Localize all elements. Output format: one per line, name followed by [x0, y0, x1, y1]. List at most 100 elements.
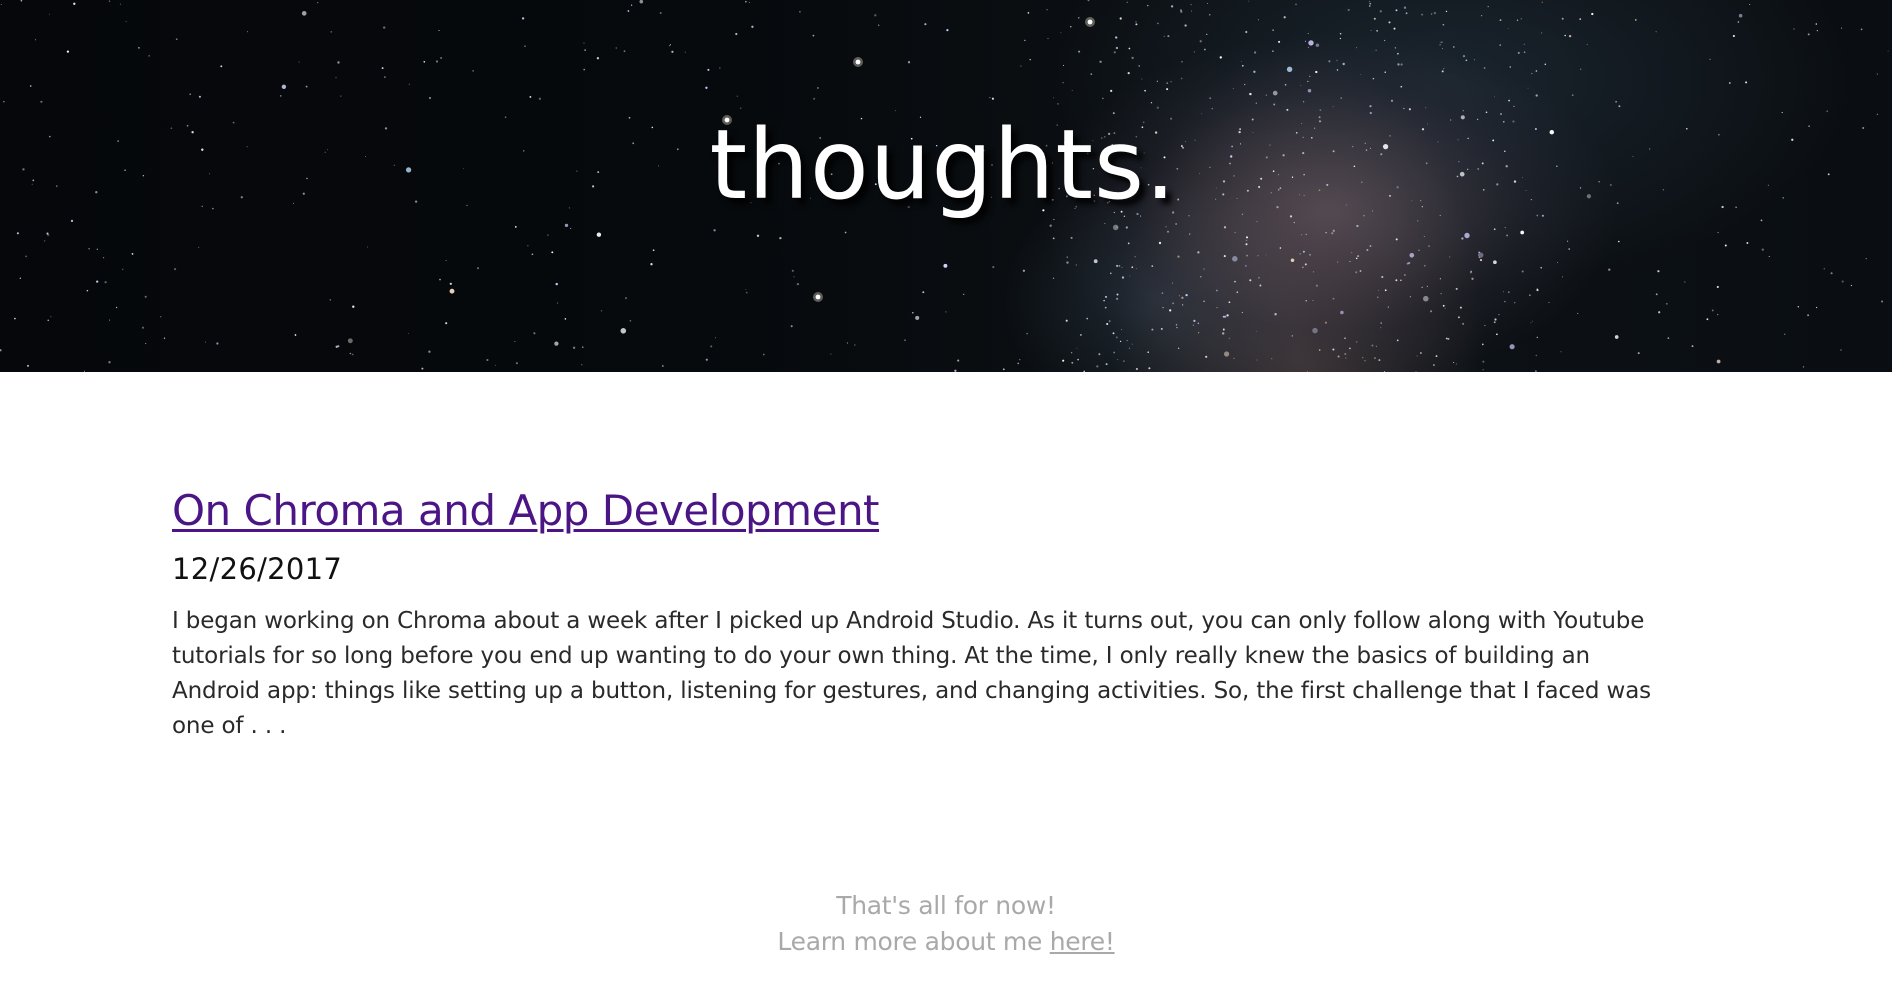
star [1127, 242, 1130, 245]
star [1403, 6, 1407, 9]
star [1400, 85, 1403, 88]
star [1535, 94, 1538, 97]
star [1062, 82, 1064, 84]
star [1219, 56, 1222, 59]
star [1047, 37, 1049, 40]
star [220, 65, 223, 68]
star [1244, 264, 1247, 267]
star [1131, 56, 1134, 60]
star [1388, 21, 1391, 24]
star [1199, 40, 1202, 43]
star [1197, 322, 1199, 324]
star [1360, 73, 1362, 75]
star [1307, 80, 1309, 82]
star [1308, 40, 1314, 46]
star [1083, 370, 1085, 372]
star [1464, 232, 1470, 239]
star [1223, 255, 1226, 258]
star [1177, 255, 1180, 258]
star [756, 234, 760, 237]
star [582, 346, 584, 348]
star [1749, 4, 1751, 5]
star [1457, 316, 1460, 319]
star [1462, 323, 1464, 325]
footer-about-text: Learn more about me [777, 927, 1050, 956]
star [1506, 234, 1509, 237]
star [1418, 249, 1420, 252]
star [992, 266, 995, 269]
star [1019, 358, 1021, 361]
star [145, 343, 147, 345]
star [531, 253, 534, 256]
star [1181, 60, 1183, 63]
star [1312, 271, 1315, 273]
star [1340, 97, 1342, 99]
star [1738, 13, 1743, 18]
star [514, 341, 516, 342]
star [1256, 359, 1258, 361]
star [1397, 63, 1400, 66]
post-title-link[interactable]: On Chroma and App Development [172, 480, 880, 542]
star [1369, 5, 1371, 7]
star [1387, 306, 1389, 308]
star [915, 315, 920, 320]
star [1175, 323, 1178, 326]
star [1222, 328, 1225, 331]
star [1096, 365, 1099, 368]
star [119, 3, 121, 5]
star [1435, 355, 1438, 358]
star [1716, 359, 1721, 364]
star [1200, 276, 1202, 278]
star [1340, 310, 1344, 315]
star [1318, 349, 1321, 351]
star [1002, 368, 1005, 371]
star [1193, 51, 1195, 53]
star [1507, 291, 1510, 294]
star [583, 68, 586, 71]
star [108, 0, 111, 2]
star [1093, 259, 1098, 264]
star [1112, 332, 1115, 335]
star [1370, 29, 1372, 31]
star [160, 316, 162, 318]
star [1532, 320, 1534, 322]
star [1655, 293, 1658, 296]
star [1119, 17, 1122, 20]
star [620, 328, 627, 334]
star [1562, 276, 1564, 278]
star [1216, 307, 1218, 309]
bright-star [1087, 19, 1093, 25]
page-footer: That's all for now! Learn more about me … [0, 888, 1892, 960]
star [1487, 5, 1489, 8]
star [584, 49, 586, 51]
star [1823, 268, 1825, 270]
star [1344, 353, 1347, 355]
site-title: thoughts. [709, 109, 1177, 221]
star [1135, 268, 1137, 269]
star [1110, 89, 1113, 92]
star [1507, 28, 1509, 29]
star [1315, 284, 1318, 287]
star [88, 248, 90, 250]
star [1498, 313, 1500, 316]
star [1157, 22, 1159, 25]
star [911, 311, 914, 314]
star [1123, 360, 1125, 362]
star [659, 11, 662, 15]
star [1711, 309, 1714, 312]
star [1071, 89, 1073, 91]
star [1420, 352, 1422, 354]
star [1536, 289, 1539, 292]
star [1380, 327, 1382, 329]
star [198, 95, 201, 98]
star [1494, 318, 1497, 321]
star [351, 353, 354, 356]
star [1228, 337, 1231, 340]
star [1465, 59, 1468, 62]
star [1453, 362, 1455, 363]
star [1245, 236, 1249, 239]
star [1634, 19, 1637, 21]
about-me-link[interactable]: here! [1050, 927, 1115, 956]
star [108, 361, 111, 364]
star [20, 0, 23, 2]
